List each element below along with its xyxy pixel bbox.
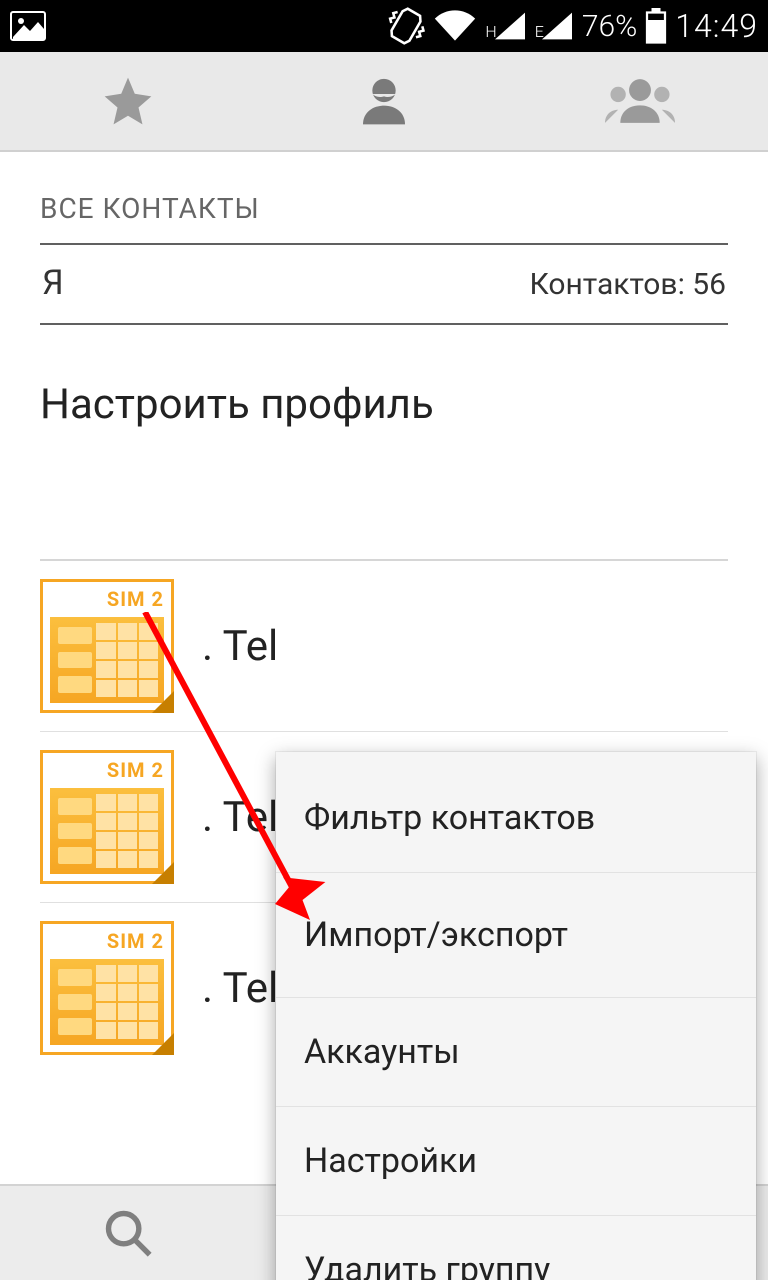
divider [40,323,728,325]
tab-favorites[interactable] [0,52,256,150]
network-2: E [535,11,574,41]
contacts-count: Контактов: 56 [529,267,726,302]
status-bar: H E 76% 14:49 [0,0,768,52]
clock: 14:49 [675,7,758,45]
network-1: H [485,11,526,41]
menu-accounts[interactable]: Аккаунты [276,998,756,1107]
section-header: ВСЕ КОНТАКТЫ [40,192,728,225]
menu-import-export[interactable]: Импорт/экспорт [276,873,756,998]
star-icon [100,73,156,129]
contact-item[interactable]: SIM 2 . Tel [40,559,728,731]
sim2-badge: SIM 2 [40,921,174,1055]
contact-name: . Tel [202,793,278,842]
sim-badge-label: SIM 2 [107,929,164,953]
contact-name: . Tel [202,964,278,1013]
tab-groups[interactable] [512,52,768,150]
me-label: Я [42,263,64,303]
signal-1-icon [493,11,527,41]
content-area: ВСЕ КОНТАКТЫ Я Контактов: 56 Настроить п… [0,192,768,1073]
menu-settings[interactable]: Настройки [276,1107,756,1216]
menu-delete-group[interactable]: Удалить группу [276,1216,756,1280]
menu-filter-contacts[interactable]: Фильтр контактов [276,752,756,873]
top-tabs [0,52,768,152]
sim-badge-label: SIM 2 [107,758,164,782]
overflow-menu: Фильтр контактов Импорт/экспорт Аккаунты… [276,752,756,1280]
status-right: H E 76% 14:49 [387,7,758,45]
person-icon [356,73,412,129]
profile-setup-link[interactable]: Настроить профиль [40,325,728,439]
vibrate-icon [387,7,425,45]
wifi-icon [433,9,477,43]
battery-icon [645,8,667,44]
sim-badge-label: SIM 2 [107,587,164,611]
contact-name: . Tel [202,622,278,671]
divider [40,243,728,245]
status-left [10,11,46,41]
search-icon [102,1207,154,1259]
sim2-badge: SIM 2 [40,579,174,713]
group-icon [605,73,675,129]
battery-percentage: 76% [582,9,637,44]
search-button[interactable] [0,1186,256,1280]
tab-contacts[interactable] [256,52,512,150]
signal-2-icon [540,11,574,41]
screenshot-icon [10,11,46,41]
sim2-badge: SIM 2 [40,750,174,884]
me-row: Я Контактов: 56 [40,245,728,323]
